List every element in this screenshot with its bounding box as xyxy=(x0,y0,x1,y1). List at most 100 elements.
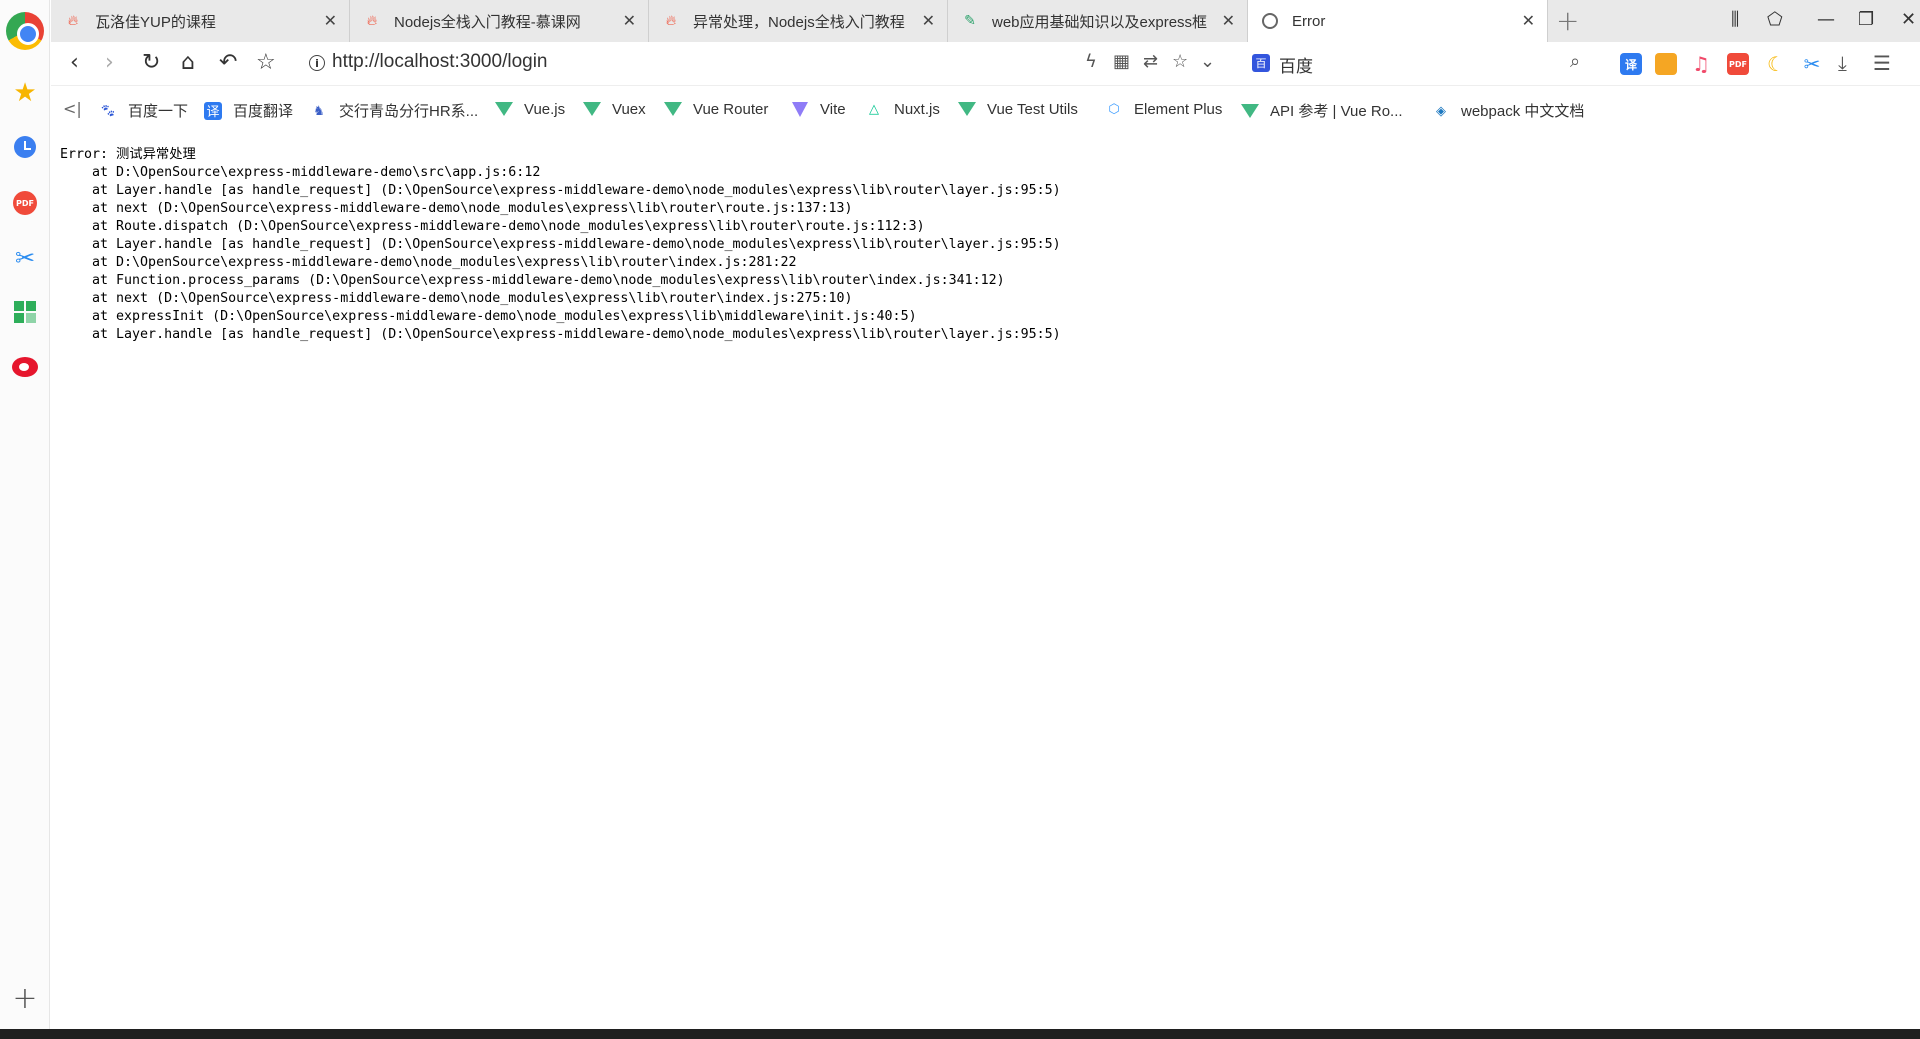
tab-title: Nodejs全栈入门教程-慕课网 xyxy=(394,13,581,31)
apps-grid-icon[interactable] xyxy=(10,297,40,327)
bookmark-item[interactable]: ◈ webpack 中文文档 xyxy=(1432,100,1584,121)
bookmark-label: Vue.js xyxy=(524,100,566,118)
forward-icon[interactable]: › xyxy=(105,50,114,75)
bookmark-label: 百度一下 xyxy=(128,103,189,120)
bookmark-label: Nuxt.js xyxy=(894,100,940,118)
minimize-icon[interactable]: — xyxy=(1817,9,1835,30)
bookmark-label: Vue Test Utils xyxy=(987,100,1078,118)
lightning-icon[interactable]: ϟ xyxy=(1085,51,1097,72)
fire-icon: 🔥︎ xyxy=(366,13,378,29)
scissors-ext-icon[interactable]: ✂ xyxy=(1801,52,1823,76)
bookmark-label: webpack 中文文档 xyxy=(1461,103,1585,120)
pdf-tool-icon[interactable]: PDF xyxy=(10,188,40,218)
undo-close-icon[interactable]: ↶ xyxy=(219,50,237,75)
favorites-star-icon[interactable]: ★ xyxy=(10,78,40,108)
translate-ext-icon[interactable]: 译 xyxy=(1620,53,1642,75)
tab-title: 异常处理，Nodejs全栈入门教程 xyxy=(693,13,905,31)
sidebar: ★ PDF ✂ + xyxy=(0,0,50,1029)
baidu-paw-icon: 🐾︎ xyxy=(99,102,117,118)
weibo-icon[interactable] xyxy=(10,352,40,382)
music-ext-icon[interactable]: ♫ xyxy=(1690,52,1712,76)
skin-icon[interactable]: ⬠ xyxy=(1767,9,1783,30)
reload-icon[interactable]: ↻ xyxy=(142,50,160,75)
translate-page-icon[interactable]: ⇄ xyxy=(1143,51,1158,72)
vite-icon xyxy=(791,100,809,118)
favorite-star-icon[interactable]: ☆ xyxy=(1172,51,1188,72)
close-icon[interactable]: ✕ xyxy=(623,11,636,30)
feather-icon: ✎ xyxy=(964,13,976,29)
close-icon[interactable]: ✕ xyxy=(1222,11,1235,30)
tab-strip: 🔥︎ 瓦洛佳YUP的课程 ✕ 🔥︎ Nodejs全栈入门教程-慕课网 ✕ 🔥︎ … xyxy=(51,0,1920,42)
moon-ext-icon[interactable]: ☾ xyxy=(1765,52,1787,76)
apps-ext-icon[interactable] xyxy=(1655,53,1677,75)
browser-logo-icon[interactable] xyxy=(6,12,44,50)
tab-title: Error xyxy=(1292,12,1326,30)
fanyi-icon: 译 xyxy=(204,101,222,120)
bookmark-label: Vite xyxy=(820,100,846,118)
tab-0[interactable]: 🔥︎ 瓦洛佳YUP的课程 ✕ xyxy=(51,0,350,42)
url-input[interactable]: http://localhost:3000/login xyxy=(332,51,548,73)
bookmarks-bar: <| 🐾︎ 百度一下 译 百度翻译 ♞ 交行青岛分行HR系... Vue.js … xyxy=(51,87,1920,132)
collapse-bookmarks-icon[interactable]: <| xyxy=(63,99,82,118)
bookmark-label: Vuex xyxy=(612,100,646,118)
bookmark-item[interactable]: Vuex xyxy=(583,100,646,118)
restore-icon[interactable]: ❐ xyxy=(1858,9,1874,30)
pdf-ext-icon[interactable]: PDF xyxy=(1727,53,1749,75)
close-window-icon[interactable]: ✕ xyxy=(1901,9,1916,30)
scissors-icon[interactable]: ✂ xyxy=(10,243,40,273)
close-icon[interactable]: ✕ xyxy=(324,11,337,30)
bookmark-item[interactable]: △ Nuxt.js xyxy=(865,100,940,118)
search-engine-label[interactable]: 百度 xyxy=(1279,52,1313,77)
vue-icon xyxy=(583,100,601,118)
bookmark-label: 交行青岛分行HR系... xyxy=(339,103,479,120)
baidu-icon[interactable]: 百 xyxy=(1252,54,1270,72)
download-icon[interactable]: ⤓ xyxy=(1838,51,1847,75)
qr-code-icon[interactable]: ▦ xyxy=(1113,51,1130,72)
tab-1[interactable]: 🔥︎ Nodejs全栈入门教程-慕课网 ✕ xyxy=(350,0,649,42)
fire-icon: 🔥︎ xyxy=(67,13,79,29)
menu-icon[interactable]: ☰ xyxy=(1873,51,1891,75)
vue-icon xyxy=(495,100,513,118)
tab-4[interactable]: Error ✕ xyxy=(1248,0,1548,42)
history-clock-icon[interactable] xyxy=(10,132,40,162)
nuxt-icon: △ xyxy=(869,101,879,116)
back-icon[interactable]: ‹ xyxy=(70,50,79,75)
close-icon[interactable]: ✕ xyxy=(922,11,935,30)
vue-icon xyxy=(1241,102,1259,120)
chevron-down-icon[interactable]: ⌄ xyxy=(1200,51,1215,72)
bookmark-label: API 参考 | Vue Ro... xyxy=(1270,103,1403,120)
bookmark-item[interactable]: 🐾︎ 百度一下 xyxy=(99,100,188,121)
page-content: Error: 测试异常处理 at D:\OpenSource\express-m… xyxy=(60,146,1061,344)
close-icon[interactable]: ✕ xyxy=(1522,11,1535,30)
new-tab-icon[interactable]: + xyxy=(1556,4,1579,37)
bookmark-item[interactable]: Vite xyxy=(791,100,846,118)
vue-icon xyxy=(664,100,682,118)
bookmark-label: 百度翻译 xyxy=(233,103,294,120)
webpack-icon: ◈ xyxy=(1436,102,1446,118)
os-taskbar xyxy=(0,1029,1920,1039)
tab-2[interactable]: 🔥︎ 异常处理，Nodejs全栈入门教程 ✕ xyxy=(649,0,948,42)
bookmark-label: Element Plus xyxy=(1134,100,1223,118)
bookmark-label: Vue Router xyxy=(693,100,769,118)
bookmark-item[interactable]: Vue.js xyxy=(495,100,565,118)
vue-icon xyxy=(958,100,976,118)
error-stack-trace: Error: 测试异常处理 at D:\OpenSource\express-m… xyxy=(60,147,1061,342)
bookmark-item[interactable]: Vue Test Utils xyxy=(958,100,1078,118)
tab-3[interactable]: ✎ web应用基础知识以及express框 ✕ xyxy=(948,0,1248,42)
globe-icon xyxy=(1262,13,1278,29)
reader-mode-icon[interactable]: ⫼ xyxy=(1731,9,1739,30)
bookmark-item[interactable]: API 参考 | Vue Ro... xyxy=(1241,100,1403,121)
bookmark-item[interactable]: Vue Router xyxy=(664,100,768,118)
bookmark-item[interactable]: 译 百度翻译 xyxy=(204,100,293,121)
home-icon[interactable]: ⌂ xyxy=(181,50,195,75)
element-icon: ⬡ xyxy=(1108,101,1120,116)
bookmark-star-icon[interactable]: ☆ xyxy=(256,50,276,75)
search-icon[interactable]: ⌕ xyxy=(1570,51,1580,72)
add-sidebar-item-icon[interactable]: + xyxy=(10,981,40,1016)
bank-icon: ♞ xyxy=(313,102,325,118)
bookmark-item[interactable]: ♞ 交行青岛分行HR系... xyxy=(310,100,478,121)
fire-icon: 🔥︎ xyxy=(665,13,677,29)
site-info-icon[interactable]: i xyxy=(309,55,325,71)
bookmark-item[interactable]: ⬡ Element Plus xyxy=(1105,100,1222,118)
tab-title: web应用基础知识以及express框 xyxy=(992,13,1208,31)
